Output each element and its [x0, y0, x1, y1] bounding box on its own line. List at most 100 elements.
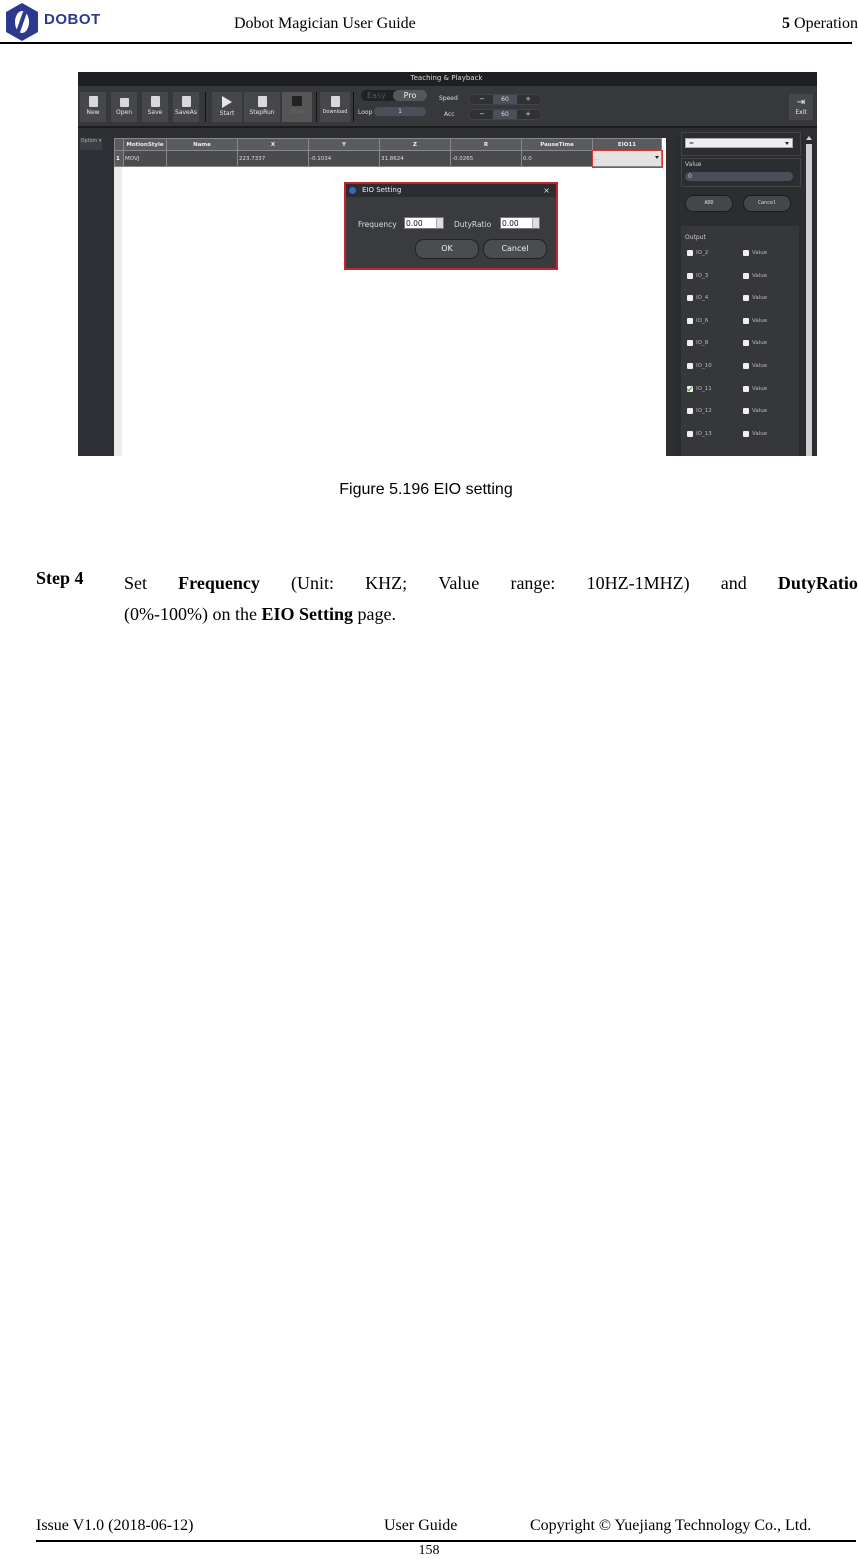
chevron-down-icon	[655, 156, 659, 159]
output-row: IO_2 Value	[681, 250, 799, 258]
cell-y[interactable]: -0.1034	[308, 150, 380, 167]
save-button[interactable]: Save	[142, 92, 168, 122]
io-checkbox[interactable]	[687, 250, 693, 256]
figure-caption: Figure 5.196 EIO setting	[339, 481, 513, 498]
close-icon[interactable]: ×	[543, 184, 550, 197]
right-panel-scrollbar[interactable]	[805, 136, 813, 456]
value-checkbox-label: Value	[752, 430, 768, 437]
acc-value[interactable]: 60	[493, 110, 517, 119]
col-header[interactable]: EIO11	[592, 138, 662, 151]
value-checkbox-label: Value	[752, 317, 768, 324]
io-checkbox[interactable]	[687, 295, 693, 302]
option-button[interactable]: Option ▾	[80, 138, 102, 150]
scrollbar-thumb[interactable]	[806, 144, 812, 456]
steprun-button[interactable]: StepRun	[244, 92, 280, 122]
table-row[interactable]: 1 MOVJ 223.7337 -0.1034 31.8624 -0.0265 …	[114, 149, 663, 168]
instruction-line-2: (0%-100%) on the EIO Setting page.	[124, 599, 858, 630]
panel-cancel-button[interactable]: Cancel	[743, 195, 791, 212]
spin-arrows-icon[interactable]	[436, 218, 443, 228]
cell-pausetime[interactable]: 0.0	[521, 150, 593, 167]
io-checkbox[interactable]	[687, 272, 693, 279]
left-sidebar	[78, 132, 112, 456]
dutyratio-value: 0.00	[502, 219, 519, 228]
io-checkbox[interactable]	[687, 385, 693, 392]
cell-z[interactable]: 31.8624	[379, 150, 451, 167]
acc-increase-button[interactable]: +	[519, 110, 537, 119]
download-button[interactable]: Download	[320, 92, 350, 122]
value-checkbox[interactable]	[743, 408, 749, 415]
stop-icon	[292, 96, 302, 106]
col-header[interactable]: R	[450, 138, 522, 151]
acc-stepper[interactable]: − 60 +	[468, 109, 542, 120]
stop-label: Stop	[290, 108, 304, 115]
cell-x[interactable]: 223.7337	[237, 150, 309, 167]
eio-setting-dialog: EIO Setting × Frequency 0.00 DutyRatio 0…	[344, 182, 558, 270]
value-input[interactable]: 0	[685, 172, 793, 181]
footer-doc-type: User Guide	[384, 1517, 458, 1534]
row-header-column	[114, 138, 122, 456]
io-checkbox[interactable]	[687, 340, 693, 347]
col-header[interactable]: Name	[166, 138, 238, 151]
speed-stepper[interactable]: − 60 +	[468, 94, 542, 105]
open-button[interactable]: Open	[111, 92, 137, 122]
value-checkbox[interactable]	[743, 340, 749, 347]
io-label: IO_11	[696, 385, 712, 392]
footer-divider	[36, 1540, 856, 1542]
frequency-spinbox[interactable]: 0.00	[404, 217, 444, 229]
speed-value[interactable]: 60	[493, 95, 517, 104]
io-checkbox[interactable]	[687, 408, 693, 415]
exit-label: Exit	[795, 109, 807, 116]
cell-eio11-dropdown[interactable]: ...	[591, 149, 663, 168]
operator-select[interactable]: =	[685, 138, 793, 148]
mode-easy[interactable]: Easy	[367, 90, 386, 101]
cell-r[interactable]: -0.0265	[450, 150, 522, 167]
value-checkbox[interactable]	[743, 250, 749, 256]
cancel-button[interactable]: Cancel	[483, 239, 547, 259]
text: (0%-100%) on the	[124, 604, 262, 624]
col-header[interactable]: X	[237, 138, 309, 151]
start-button[interactable]: Start	[212, 92, 242, 122]
saveas-button[interactable]: SaveAs	[173, 92, 199, 122]
value-checkbox[interactable]	[743, 295, 749, 302]
io-label: IO_4	[696, 295, 709, 302]
dialog-title: EIO Setting	[362, 186, 402, 194]
io-checkbox[interactable]	[687, 363, 693, 369]
spin-arrows-icon[interactable]	[532, 218, 539, 228]
col-header[interactable]: MotionStyle	[123, 138, 167, 151]
io-checkbox[interactable]	[687, 317, 693, 324]
row-number[interactable]: 1	[114, 150, 124, 167]
io-checkbox[interactable]	[687, 430, 693, 437]
value-checkbox-label: Value	[752, 295, 768, 302]
speed-increase-button[interactable]: +	[519, 95, 537, 104]
col-header[interactable]: PauseTime	[521, 138, 593, 151]
col-header[interactable]: Y	[308, 138, 380, 151]
cell-name[interactable]	[166, 150, 238, 167]
dutyratio-spinbox[interactable]: 0.00	[500, 217, 540, 229]
add-button[interactable]: ADD	[685, 195, 733, 212]
exit-button[interactable]: ⇥ Exit	[789, 94, 813, 120]
acc-decrease-button[interactable]: −	[473, 110, 491, 119]
col-header[interactable]: Z	[379, 138, 451, 151]
acc-label: Acc	[444, 111, 455, 118]
mode-toggle[interactable]: Easy Pro	[361, 90, 427, 101]
value-checkbox[interactable]	[743, 385, 749, 392]
new-button[interactable]: New	[80, 92, 106, 122]
operator-value: =	[689, 140, 695, 147]
value-checkbox-label: Value	[752, 363, 768, 369]
dutyratio-label: DutyRatio	[454, 220, 492, 229]
stop-button[interactable]: Stop	[282, 92, 312, 122]
text: KHZ;	[365, 573, 408, 593]
value-checkbox[interactable]	[743, 272, 749, 279]
ok-button[interactable]: OK	[415, 239, 479, 259]
value-checkbox[interactable]	[743, 317, 749, 324]
text: page.	[352, 604, 396, 624]
output-row: IO_6 Value	[681, 317, 799, 326]
cell-motionstyle[interactable]: MOVJ	[123, 150, 167, 167]
mode-pro[interactable]: Pro	[393, 90, 427, 101]
speed-decrease-button[interactable]: −	[473, 95, 491, 104]
loop-input[interactable]: 1	[374, 107, 426, 116]
scroll-up-icon[interactable]	[806, 136, 812, 140]
value-checkbox[interactable]	[743, 363, 749, 369]
app-icon	[349, 187, 356, 194]
value-checkbox[interactable]	[743, 430, 749, 437]
